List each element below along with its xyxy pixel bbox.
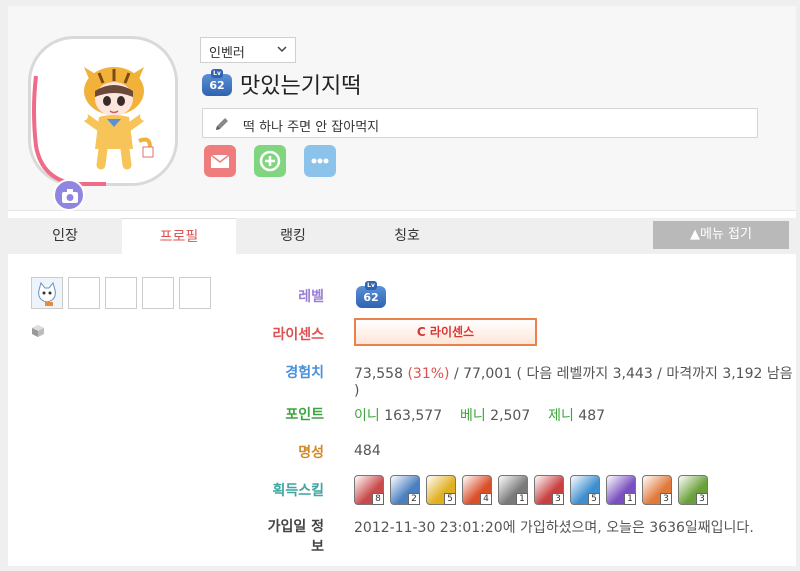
skill-count: 4 xyxy=(480,493,492,505)
tab-stamp[interactable]: 인장 xyxy=(8,218,122,254)
license-badge: C 라이센스 xyxy=(354,318,537,346)
fold-menu-button[interactable]: ▲메뉴 접기 xyxy=(653,221,789,249)
mail-icon xyxy=(210,154,230,168)
skill-icon[interactable]: 4 xyxy=(462,475,492,505)
tab-profile[interactable]: 프로필 xyxy=(122,218,236,254)
cat-item-icon xyxy=(32,278,62,308)
ini-value: 163,577 xyxy=(384,408,443,424)
skill-count: 3 xyxy=(660,493,672,505)
status-message-text: 떡 하나 주면 안 잡아먹지 xyxy=(243,120,380,135)
skill-count: 5 xyxy=(444,493,456,505)
equipment-slot[interactable] xyxy=(68,277,100,309)
skill-icon[interactable]: 2 xyxy=(390,475,420,505)
add-circle-icon xyxy=(259,150,281,172)
exp-value: 73,558 (31%) / 77,001 ( 다음 레벨까지 3,443 / … xyxy=(354,363,796,399)
skill-icon[interactable]: 3 xyxy=(642,475,672,505)
skill-icon[interactable]: 3 xyxy=(534,475,564,505)
skill-count: 3 xyxy=(552,493,564,505)
level-value-badge: Lv 62 xyxy=(356,281,386,308)
more-icon xyxy=(311,158,329,164)
profile-header: 인벤러 Lv 62 맛있는기지떡 떡 하나 주면 안 잡아먹지 xyxy=(8,6,796,211)
point-values: 이니 163,577 베니 2,507 제니 487 xyxy=(354,405,605,425)
level-badge-lv: Lv xyxy=(211,69,223,78)
status-message-field[interactable]: 떡 하나 주면 안 잡아먹지 xyxy=(202,108,758,138)
skill-icon[interactable]: 1 xyxy=(606,475,636,505)
skill-icon[interactable]: 3 xyxy=(678,475,708,505)
exp-percent: (31%) xyxy=(407,366,450,382)
level-value-lv: Lv xyxy=(365,281,377,290)
join-value: 2012-11-30 23:01:20에 가입하셨으며, 오늘은 3636일째입… xyxy=(354,520,754,536)
equipment-slot[interactable] xyxy=(179,277,211,309)
license-label: 라이센스 xyxy=(272,327,324,343)
profile-tabs: 인장 프로필 랭킹 칭호 ▲메뉴 접기 xyxy=(8,218,796,254)
skill-icon[interactable]: 8 xyxy=(354,475,384,505)
avatar[interactable] xyxy=(69,61,159,171)
send-message-button[interactable] xyxy=(204,145,236,177)
level-label: 레벨 xyxy=(298,289,324,305)
equipment-slot[interactable] xyxy=(105,277,137,309)
change-avatar-button[interactable] xyxy=(53,179,85,211)
tab-ranking[interactable]: 랭킹 xyxy=(236,218,350,254)
skills-label: 획득스킬 xyxy=(272,483,324,499)
more-options-button[interactable] xyxy=(304,145,336,177)
nickname: 맛있는기지떡 xyxy=(240,74,362,99)
skill-count: 5 xyxy=(588,493,600,505)
join-label: 가입일 정보 xyxy=(267,519,324,555)
cube-icon[interactable] xyxy=(31,324,45,338)
pencil-icon xyxy=(216,118,228,130)
skill-icon[interactable]: 5 xyxy=(426,475,456,505)
skill-count: 2 xyxy=(408,493,420,505)
exp-label: 경험치 xyxy=(285,365,324,381)
point-label: 포인트 xyxy=(285,407,324,423)
skill-count: 1 xyxy=(516,493,528,505)
level-badge-number: 62 xyxy=(209,79,225,92)
exp-current: 73,558 xyxy=(354,366,403,382)
fame-label: 명성 xyxy=(298,445,324,461)
jeni-value: 487 xyxy=(578,408,606,424)
level-badge: Lv 62 xyxy=(202,69,232,96)
skill-icon[interactable]: 1 xyxy=(498,475,528,505)
chevron-down-icon xyxy=(277,42,287,59)
camera-icon xyxy=(62,189,78,203)
server-select[interactable]: 인벤러 xyxy=(200,37,296,63)
ini-label: 이니 xyxy=(354,408,380,424)
level-value-number: 62 xyxy=(363,291,379,304)
skill-count: 1 xyxy=(624,493,636,505)
tab-title[interactable]: 칭호 xyxy=(350,218,464,254)
equipment-slot[interactable] xyxy=(142,277,174,309)
beni-value: 2,507 xyxy=(490,408,531,424)
profile-page: 인벤러 Lv 62 맛있는기지떡 떡 하나 주면 안 잡아먹지 인장 프로필 랭… xyxy=(8,6,796,566)
server-select-value: 인벤러 xyxy=(209,46,245,61)
skill-icon[interactable]: 5 xyxy=(570,475,600,505)
add-friend-button[interactable] xyxy=(254,145,286,177)
skill-count: 8 xyxy=(372,493,384,505)
beni-label: 베니 xyxy=(459,408,486,424)
skill-count: 3 xyxy=(696,493,708,505)
jeni-label: 제니 xyxy=(548,408,574,424)
fame-value: 484 xyxy=(354,443,381,459)
equipment-slot[interactable] xyxy=(31,277,63,309)
avatar-frame xyxy=(28,36,178,211)
